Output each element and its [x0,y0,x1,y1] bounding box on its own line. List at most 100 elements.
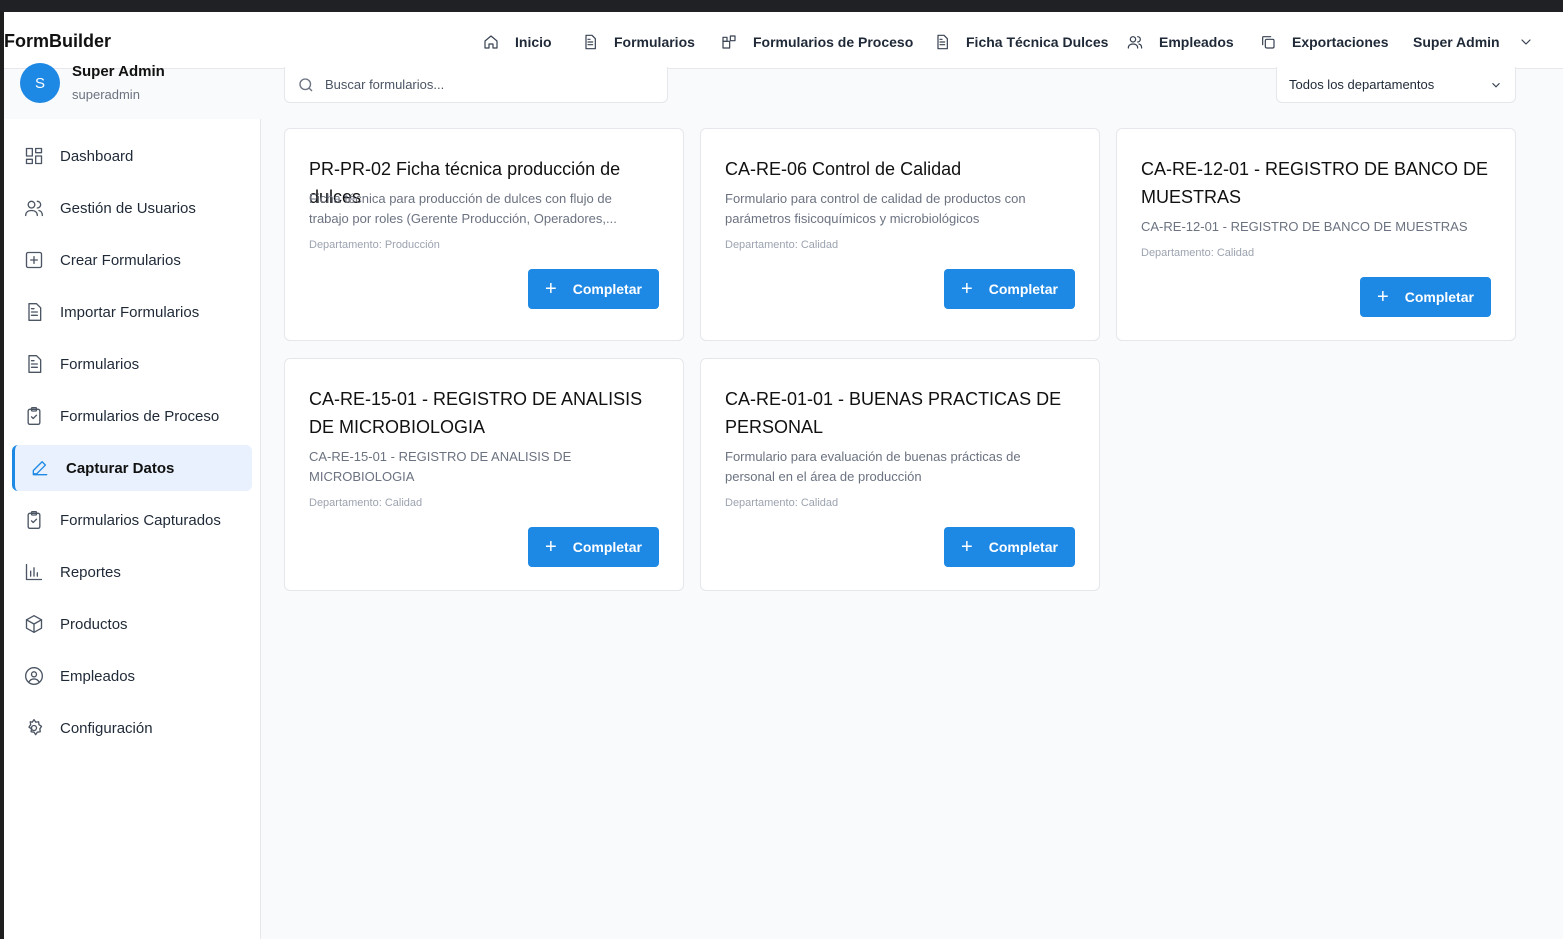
form-card-title: CA-RE-01-01 - BUENAS PRACTICAS DE PERSON… [725,389,1062,437]
sidebar-item-label: Formularios [60,355,140,373]
user-login: superadmin [72,87,140,102]
sidebar-item-formularios[interactable]: Formularios [12,341,252,387]
nav-formularios[interactable]: Formularios [582,30,695,54]
sidebar-item-formularios-capturados[interactable]: Formularios Capturados [12,497,252,543]
copy-icon [1262,36,1275,49]
user-name: Super Admin [72,63,165,80]
sidebar-item-reportes[interactable]: Reportes [12,549,252,595]
form-card-description: CA-RE-15-01 - REGISTRO DE ANALISIS DE MI… [309,449,572,484]
complete-button-label: Completar [988,281,1058,297]
department-select[interactable]: Todos los departamentos [1276,67,1516,103]
clipboard-icon [27,407,41,425]
sidebar-item-empleados[interactable]: Empleados [12,653,252,699]
plus-icon: + [545,536,557,558]
form-card-description: Formulario para evaluación de buenas prá… [725,449,1021,484]
form-card-department: Departamento: Producción [309,239,440,251]
form-card: CA-RE-06 Control de Calidad Formulario p… [700,128,1100,341]
form-card-title: CA-RE-15-01 - REGISTRO DE ANALISIS DE MI… [309,389,643,437]
sidebar-item-gestion-usuarios[interactable]: Gestión de Usuarios [12,185,252,231]
complete-button[interactable]: + Completar [944,269,1075,309]
user-circle-icon [25,667,43,685]
sidebar-item-label: Configuración [60,719,153,737]
plus-square-icon [25,251,43,269]
top-navbar: FormBuilder Inicio Formularios Formulari… [4,12,1563,69]
form-card-department: Departamento: Calidad [725,239,839,251]
form-card-description: Ficha técnica para producción de dulces … [309,191,617,226]
user-menu[interactable]: Super Admin [1413,30,1534,54]
form-card-description: CA-RE-12-01 - REGISTRO DE BANCO DE MUEST… [1141,219,1468,234]
complete-button-label: Completar [988,539,1058,555]
form-card-description: Formulario para control de calidad de pr… [725,191,1026,226]
search-input[interactable] [325,77,645,92]
plus-icon: + [961,536,973,558]
dashboard-icon [25,147,43,165]
sidebar-item-label: Productos [60,615,128,633]
sidebar-item-label: Gestión de Usuarios [60,199,196,217]
sidebar-item-label: Importar Formularios [60,303,200,321]
search-icon [299,77,313,91]
nav-label: Empleados [1159,34,1234,50]
document-icon [585,34,596,50]
document-icon [28,355,42,373]
sidebar-item-crear-formularios[interactable]: Crear Formularios [12,237,252,283]
form-card-title: CA-RE-12-01 - REGISTRO DE BANCO DE MUEST… [1141,159,1489,207]
sidebar-user: S Super Admin superadmin [4,63,261,119]
sidebar-item-label: Empleados [60,667,136,685]
sidebar-item-label: Formularios de Proceso [60,407,220,425]
complete-button[interactable]: + Completar [944,527,1075,567]
complete-button[interactable]: + Completar [1360,277,1491,317]
browser-chrome [0,0,1563,12]
form-card: CA-RE-12-01 - REGISTRO DE BANCO DE MUEST… [1116,128,1516,341]
nav-label: Formularios [614,34,695,50]
sidebar-item-label: Dashboard [60,147,134,165]
sidebar-item-dashboard[interactable]: Dashboard [12,133,252,179]
users-icon [25,200,43,217]
app-window: FormBuilder Inicio Formularios Formulari… [4,12,1563,939]
sidebar-item-label: Formularios Capturados [60,511,221,529]
user-menu-label: Super Admin [1413,34,1500,50]
complete-button[interactable]: + Completar [528,527,659,567]
document-icon [937,34,948,50]
form-card-department: Departamento: Calidad [1141,247,1255,259]
nav-exportaciones[interactable]: Exportaciones [1260,30,1388,54]
sidebar-item-configuracion[interactable]: Configuración [12,705,252,751]
bar-chart-icon [25,563,43,581]
brand-logo[interactable]: FormBuilder [4,31,111,52]
document-icon [28,303,42,321]
complete-button-label: Completar [1404,289,1474,305]
form-card: CA-RE-01-01 - BUENAS PRACTICAS DE PERSON… [700,358,1100,591]
home-icon [484,35,498,49]
sidebar-item-label: Reportes [60,563,121,581]
sidebar-item-label: Capturar Datos [66,459,175,477]
complete-button-label: Completar [572,281,642,297]
avatar: S [20,63,60,103]
chevron-down-icon [1492,82,1500,88]
complete-button[interactable]: + Completar [528,269,659,309]
form-card: CA-RE-15-01 - REGISTRO DE ANALISIS DE MI… [284,358,684,591]
complete-button-label: Completar [572,539,642,555]
sidebar-item-productos[interactable]: Productos [12,601,252,647]
nav-label: Inicio [515,34,552,50]
nav-label: Exportaciones [1292,34,1389,50]
plus-icon: + [961,278,973,300]
form-card: PR-PR-02 Ficha técnica producción de dul… [284,128,684,341]
nav-ficha-tecnica[interactable]: Ficha Técnica Dulces [934,30,1108,54]
nav-empleados[interactable]: Empleados [1127,30,1234,54]
nav-formularios-proceso[interactable]: Formularios de Proceso [721,30,913,54]
sidebar-item-formularios-proceso[interactable]: Formularios de Proceso [12,393,252,439]
sidebar-item-importar-formularios[interactable]: Importar Formularios [12,289,252,335]
blocks-icon [722,35,736,49]
nav-label: Formularios de Proceso [753,34,914,50]
nav-inicio[interactable]: Inicio [483,30,552,54]
pencil-icon [32,461,48,476]
form-card-department: Departamento: Calidad [309,497,423,509]
clipboard-check-icon [27,511,41,529]
sidebar-item-capturar-datos[interactable]: Capturar Datos [12,445,252,491]
department-select-value: Todos los departamentos [1289,77,1435,92]
plus-icon: + [545,278,557,300]
gear-icon [28,719,43,736]
form-card-title: CA-RE-06 Control de Calidad [725,159,962,179]
sidebar-item-label: Crear Formularios [60,251,181,269]
form-card-department: Departamento: Calidad [725,497,839,509]
box-icon [25,615,43,633]
